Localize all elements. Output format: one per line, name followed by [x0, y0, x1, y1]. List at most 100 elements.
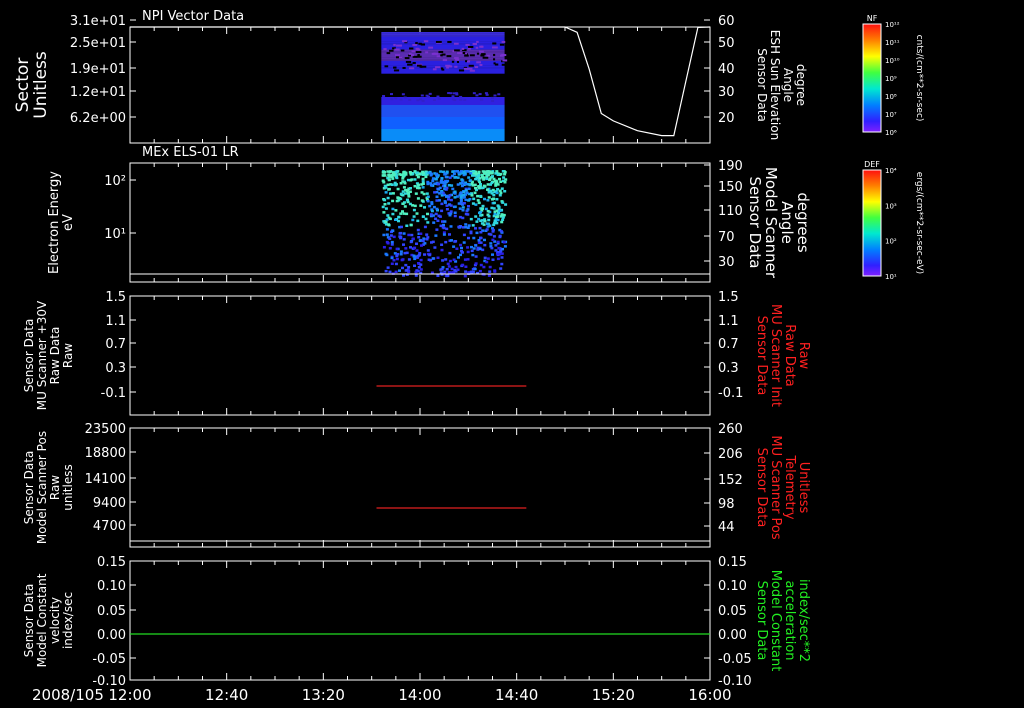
spectrogram-cell [391, 207, 395, 211]
spectrogram-cell [492, 207, 496, 210]
left-tick-label: 2.5e+01 [70, 36, 126, 51]
spectrogram-cell [413, 257, 417, 261]
spectrogram-row [381, 33, 505, 36]
spectrogram-cell [412, 43, 418, 46]
x-axis: 12:00 12:40 13:20 14:00 14:40 15:20 16:00 2008/… [32, 686, 732, 704]
right-axis-label-line: Model Constant [768, 570, 783, 672]
right-axis-label-line: Sensor Data [755, 48, 769, 122]
spectrogram-cell [426, 199, 430, 203]
spectrogram-cell [417, 236, 421, 239]
left-axis-label-line: Unitless [31, 51, 51, 119]
spectrogram-cell [469, 270, 473, 274]
spectrogram-cell [480, 222, 484, 225]
left-tick-label: 1.2e+01 [70, 85, 126, 100]
spectrogram-cell [382, 233, 386, 237]
spectrogram-cell [444, 240, 448, 244]
right-tick-label: 40 [718, 62, 735, 77]
spectrogram-cell [487, 274, 491, 277]
spectrogram-cell [425, 192, 429, 195]
spectrogram-cell [398, 56, 403, 59]
spectrogram-cell [491, 253, 494, 256]
spectrogram-cell [477, 179, 481, 182]
spectrogram-cell [472, 197, 476, 201]
spectrogram-cell [419, 204, 423, 207]
spectrogram-cell [448, 214, 452, 217]
spectrogram-cell [411, 237, 415, 240]
spectrogram-cell [466, 208, 470, 211]
right-tick-label: 44 [718, 520, 735, 535]
spectrogram-cell [485, 228, 489, 231]
spectrogram-cell [412, 55, 418, 58]
right-tick-label: 0.00 [718, 628, 747, 643]
spectrogram-cell [494, 179, 498, 182]
spectrogram-cell [391, 212, 395, 216]
spectrogram-cell [494, 244, 498, 247]
spectrogram-cell [441, 259, 445, 262]
spectrogram-row [381, 121, 505, 124]
spectrogram-cell [497, 246, 501, 250]
spectrogram-cell [476, 194, 480, 198]
spectrogram-cell [390, 243, 394, 246]
left-tick-label: 0.7 [105, 337, 126, 352]
spectrogram-cell [382, 246, 386, 249]
spectrogram-cell [499, 172, 503, 176]
date-label: 2008/105 [32, 686, 104, 704]
left-tick-label: 1.1 [105, 314, 126, 329]
spectrogram-cell [469, 54, 475, 57]
spectrogram-row [381, 107, 505, 110]
spectrogram-cell [441, 53, 446, 56]
spectrogram-cell [409, 223, 413, 227]
spectrogram-cell [492, 42, 497, 45]
spectrogram-cell [410, 178, 414, 181]
spectrogram-cell [488, 177, 492, 180]
spectrogram-cell [486, 199, 490, 202]
spectrogram-cell [389, 49, 394, 52]
spectrogram-cell [417, 253, 421, 257]
spectrogram-cell [411, 50, 416, 53]
spectrogram-cell [437, 214, 441, 218]
spectrogram-cell [396, 187, 400, 191]
spectrogram-cell [480, 98, 484, 101]
right-tick-label: 0.7 [718, 337, 739, 352]
spectrogram-cell [414, 274, 418, 277]
spectrogram-cell [486, 54, 490, 57]
spectrogram-cell [462, 193, 466, 197]
spectrogram-cell [450, 267, 454, 271]
colorbar-tick-label: 10² [885, 238, 897, 246]
spectrogram-cell [445, 64, 451, 67]
spectrogram-cell [409, 47, 414, 50]
right-tick-label: 0.10 [718, 579, 747, 594]
panel-4: 23500 18800 14100 9400 4700 260 206 152 98 44 Sens… [22, 422, 811, 548]
spectrogram-cell [434, 234, 438, 237]
spectrogram-cell [417, 266, 421, 269]
spectrogram-cell [495, 215, 498, 219]
spectrogram-cell [501, 216, 505, 219]
spectrogram-row [381, 101, 505, 104]
spectrogram-cell [454, 57, 459, 60]
spectrogram-cell [381, 174, 385, 177]
right-tick-label: 206 [718, 447, 743, 462]
spectrogram-cell [464, 226, 468, 229]
spectrogram-cell [474, 255, 478, 258]
spectrogram-cell [398, 269, 401, 272]
spectrogram-cell [423, 242, 427, 245]
spectrogram-cell [465, 52, 468, 55]
left-tick-label: -0.1 [101, 386, 126, 401]
left-tick-label: -0.05 [92, 652, 126, 667]
right-tick-label: 0.3 [718, 361, 739, 376]
spectrogram-cell [389, 234, 393, 237]
right-axis-label-line: Raw [796, 342, 811, 370]
spectrogram-cell [408, 67, 415, 70]
spectrogram-cell [445, 204, 449, 207]
spectrogram-cell [475, 46, 479, 49]
spectrogram-cell [443, 220, 447, 223]
spectrogram-cell [461, 263, 465, 267]
spectrogram-cell [385, 228, 389, 231]
spectrogram-cell [502, 59, 508, 62]
spectrogram-cell [386, 214, 390, 217]
spectrogram-cell [493, 53, 496, 56]
spectrogram-cell [479, 214, 483, 217]
spectrogram-cell [492, 223, 496, 227]
spectrogram-cell [472, 92, 476, 95]
spectrogram-cell [435, 40, 442, 43]
